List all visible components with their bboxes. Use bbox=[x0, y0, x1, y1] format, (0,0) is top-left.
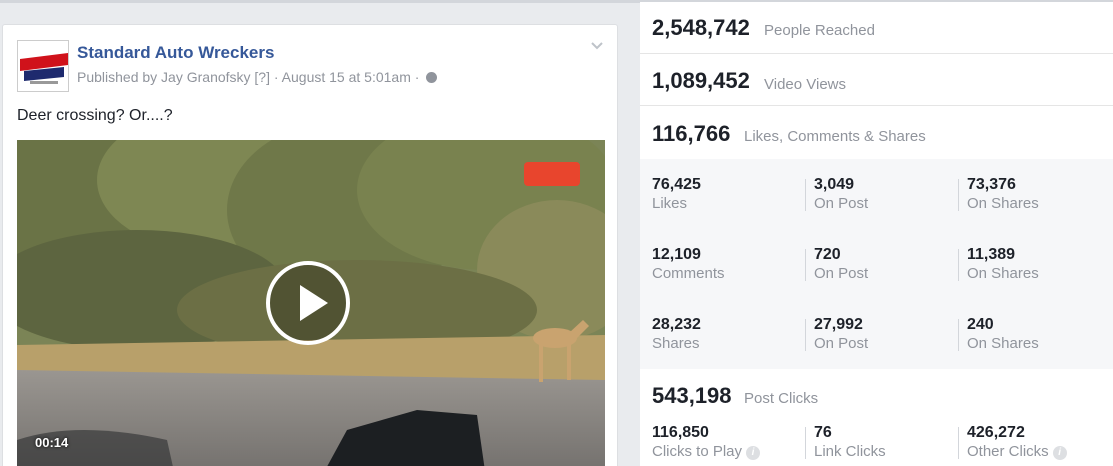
divider bbox=[805, 427, 806, 459]
divider bbox=[958, 427, 959, 459]
engagement-breakdown: 76,425 Likes 3,049 On Post 73,376 On Sha… bbox=[640, 159, 1113, 369]
shares-on-shares: 240 On Shares bbox=[967, 316, 1039, 352]
post-clicks-value: 543,198 bbox=[652, 383, 732, 408]
divider bbox=[805, 179, 806, 211]
divider bbox=[958, 249, 959, 281]
divider bbox=[805, 319, 806, 351]
globe-icon bbox=[426, 72, 438, 83]
comments-total: 12,109 Comments bbox=[652, 246, 725, 282]
comments-on-shares: 11,389 On Shares bbox=[967, 246, 1039, 282]
post-clicks-row: 543,198 Post Clicks bbox=[640, 369, 1113, 417]
link-clicks: 76 Link Clicks bbox=[814, 424, 886, 460]
post-card: Standard Auto Wreckers Published by Jay … bbox=[2, 24, 618, 466]
comments-on-post: 720 On Post bbox=[814, 246, 869, 282]
publisher-text[interactable]: Published by Jay Granofsky bbox=[77, 69, 251, 85]
info-icon[interactable]: i bbox=[1052, 446, 1067, 460]
page-name-link[interactable]: Standard Auto Wreckers bbox=[77, 43, 274, 63]
post-caption: Deer crossing? Or....? bbox=[17, 107, 173, 124]
divider bbox=[958, 179, 959, 211]
publisher-help[interactable]: [?] bbox=[254, 69, 270, 85]
shares-on-post: 27,992 On Post bbox=[814, 316, 869, 352]
reach-value: 2,548,742 bbox=[652, 15, 750, 40]
views-label: Video Views bbox=[764, 76, 847, 93]
video-player[interactable]: 00:14 bbox=[17, 140, 605, 466]
likes-on-post: 3,049 On Post bbox=[814, 176, 869, 212]
divider bbox=[958, 319, 959, 351]
watermark-icon bbox=[524, 162, 580, 186]
divider bbox=[805, 249, 806, 281]
info-icon[interactable]: i bbox=[746, 446, 761, 460]
views-value: 1,089,452 bbox=[652, 68, 750, 93]
post-clicks-label: Post Clicks bbox=[744, 390, 819, 407]
views-row: 1,089,452 Video Views bbox=[640, 54, 1113, 106]
likes-total: 76,425 Likes bbox=[652, 176, 701, 212]
insights-panel: 2,548,742 People Reached 1,089,452 Video… bbox=[640, 2, 1113, 466]
watermark-logo bbox=[522, 158, 582, 190]
likes-on-shares: 73,376 On Shares bbox=[967, 176, 1039, 212]
post-date[interactable]: · August 15 at 5:01am · bbox=[274, 69, 420, 85]
engagement-value: 116,766 bbox=[652, 121, 731, 146]
engagement-row: 116,766 Likes, Comments & Shares bbox=[640, 106, 1113, 159]
clicks-to-play: 116,850 Clicks to Play i bbox=[652, 424, 812, 460]
shares-total: 28,232 Shares bbox=[652, 316, 701, 352]
standard-logo-icon bbox=[18, 41, 68, 91]
video-duration: 00:14 bbox=[35, 435, 69, 450]
chevron-down-icon[interactable] bbox=[591, 40, 603, 52]
post-byline: Published by Jay Granofsky [?] · August … bbox=[77, 69, 438, 85]
other-clicks: 426,272 Other Clicks i bbox=[967, 424, 1113, 460]
page-avatar[interactable] bbox=[17, 40, 69, 92]
engagement-label: Likes, Comments & Shares bbox=[744, 128, 926, 145]
play-button[interactable] bbox=[266, 261, 350, 345]
reach-label: People Reached bbox=[764, 22, 875, 39]
reach-row: 2,548,742 People Reached bbox=[640, 2, 1113, 54]
